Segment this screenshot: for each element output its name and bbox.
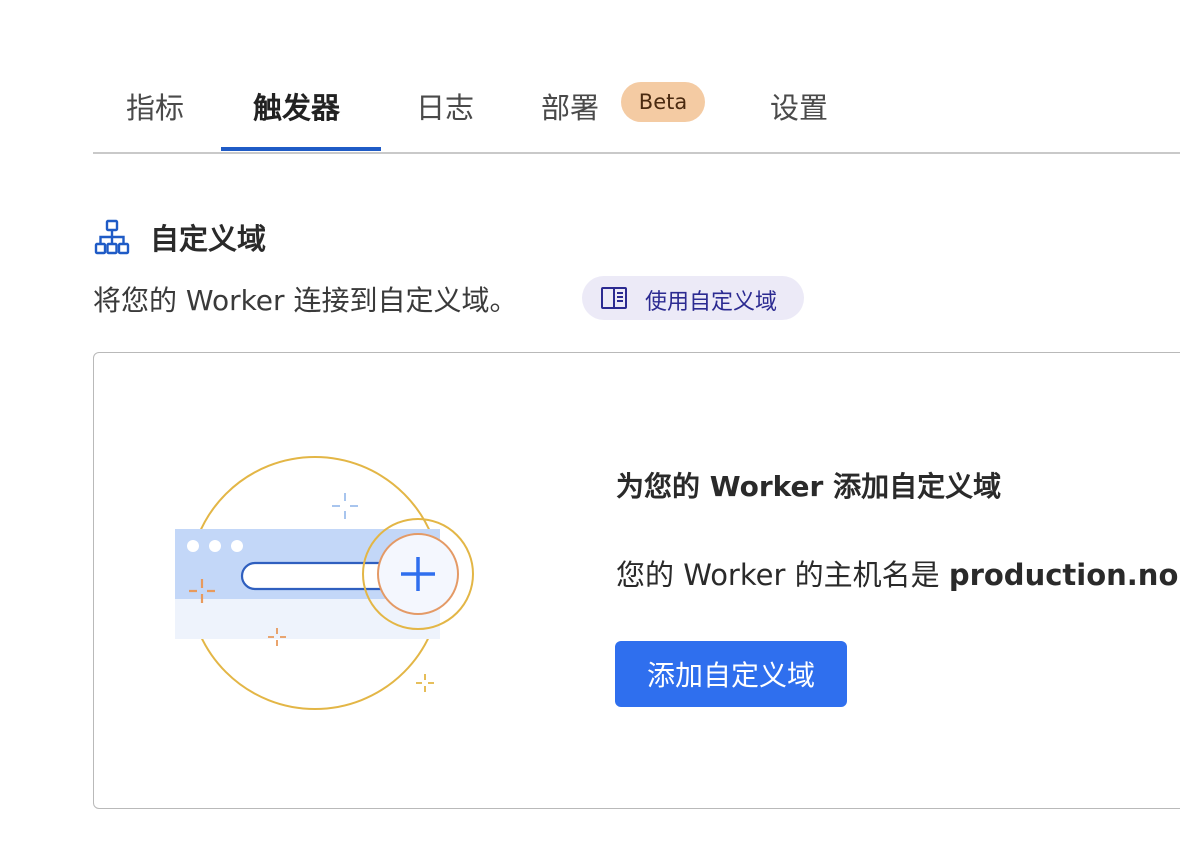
section-title: 自定义域	[150, 222, 267, 256]
beta-badge: Beta	[621, 82, 705, 122]
tab-settings[interactable]: 设置	[770, 85, 828, 127]
sitemap-icon	[94, 219, 130, 255]
docs-link-label: 使用自定义域	[645, 290, 778, 315]
tab-deployments[interactable]: 部署	[541, 85, 599, 127]
active-tab-indicator	[221, 147, 381, 151]
tab-triggers[interactable]: 触发器	[253, 85, 340, 127]
tab-bar: 指标 触发器 日志 部署 Beta 设置	[93, 60, 1180, 154]
hostname-text: 您的 Worker 的主机名是 production.no	[616, 552, 1178, 594]
docs-link[interactable]: 使用自定义域	[582, 276, 804, 320]
book-icon	[601, 287, 627, 309]
section-description: 将您的 Worker 连接到自定义域。	[93, 284, 518, 317]
empty-state-title: 为您的 Worker 添加自定义域	[616, 470, 1002, 503]
browser-add-domain-illustration	[175, 456, 474, 710]
tab-logs[interactable]: 日志	[416, 85, 474, 127]
tab-metrics[interactable]: 指标	[126, 85, 184, 127]
hostname-value: production.no	[948, 558, 1179, 592]
add-custom-domain-button[interactable]: 添加自定义域	[615, 641, 847, 707]
hostname-prefix: 您的 Worker 的主机名是	[616, 558, 949, 592]
custom-domain-empty-state-card: 为您的 Worker 添加自定义域 您的 Worker 的主机名是 produc…	[93, 352, 1180, 809]
